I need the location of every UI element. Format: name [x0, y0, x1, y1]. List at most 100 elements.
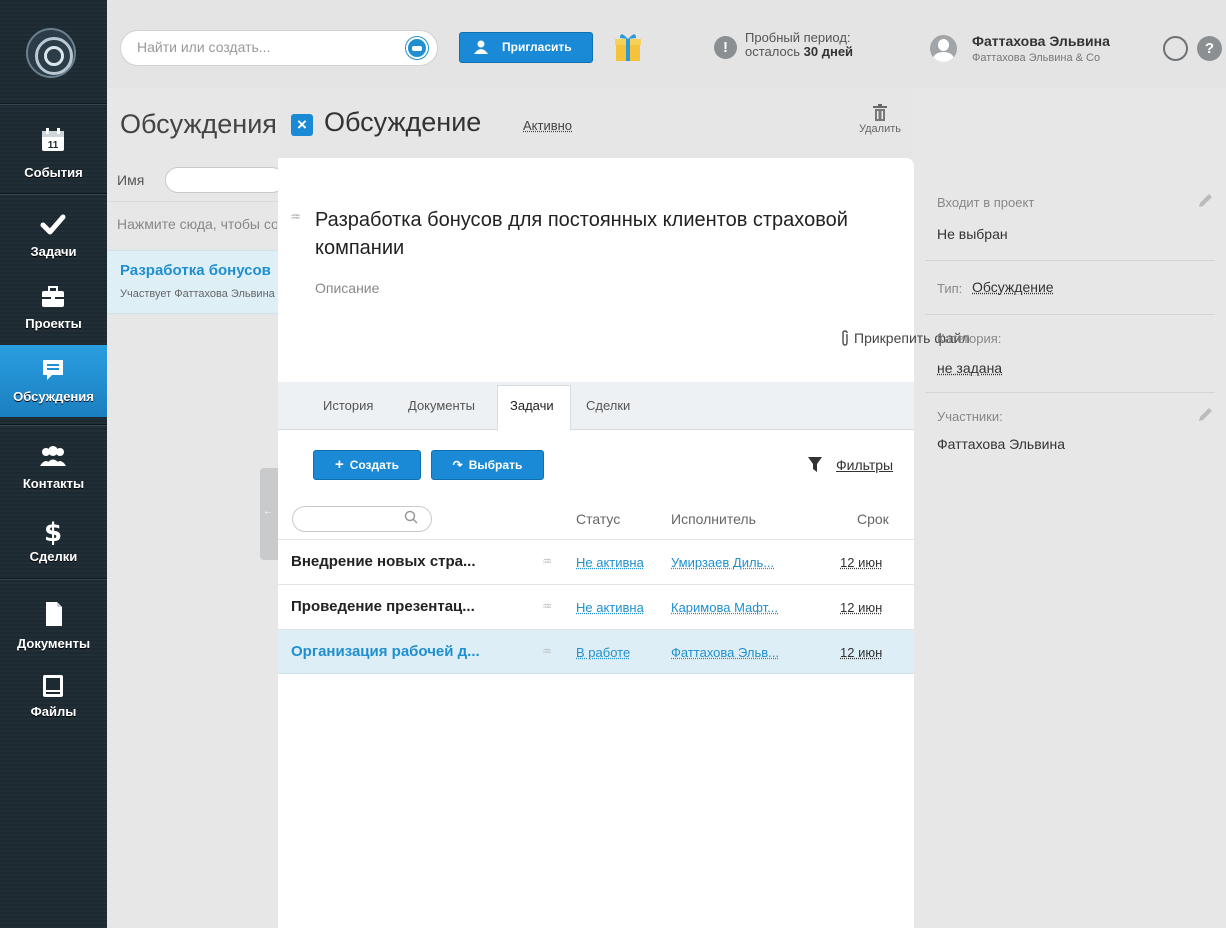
user-add-icon: [474, 40, 488, 54]
plus-icon: +: [334, 456, 344, 473]
select-task-button[interactable]: ↷ Выбрать: [431, 450, 544, 480]
sidebar-item-label: Контакты: [22, 476, 85, 491]
sidebar-divider: [0, 424, 107, 426]
sidebar-item-label: Документы: [16, 636, 91, 651]
checkmark-icon: [40, 214, 66, 235]
sidebar-item-events[interactable]: 11 События: [0, 115, 107, 187]
task-status[interactable]: В работе: [576, 645, 630, 660]
task-name[interactable]: Проведение презентац...: [291, 598, 519, 615]
sidebar-item-projects[interactable]: Проекты: [0, 272, 107, 344]
sidebar-item-discussions[interactable]: Обсуждения: [0, 345, 107, 417]
task-due[interactable]: 12 июн: [840, 555, 882, 570]
column-header-owner[interactable]: Исполнитель: [671, 511, 756, 527]
sidebar-item-files[interactable]: Файлы: [0, 660, 107, 732]
flame-icon[interactable]: ♒: [290, 210, 301, 224]
close-panel-button[interactable]: ×: [291, 114, 313, 136]
sidebar-item-label: События: [24, 165, 83, 180]
sidebar-item-contacts[interactable]: Контакты: [0, 432, 107, 504]
task-status[interactable]: Не активна: [576, 555, 644, 570]
task-due[interactable]: 12 июн: [840, 600, 882, 615]
task-owner[interactable]: Каримова Мафт...: [671, 600, 803, 615]
collapse-panel-handle[interactable]: ←: [260, 468, 278, 560]
sidebar-divider: [0, 103, 107, 105]
create-task-button[interactable]: + Создать: [313, 450, 421, 480]
filter-icon[interactable]: [808, 457, 822, 473]
help-icon[interactable]: ?: [1197, 36, 1222, 61]
panel-title: Обсуждение: [324, 107, 482, 137]
sidebar-divider: [0, 578, 107, 580]
flame-icon[interactable]: ♒: [542, 555, 552, 568]
sidebar-item-label: Проекты: [25, 316, 82, 331]
status-toggle[interactable]: Активно: [523, 118, 572, 133]
sidebar-item-label: Файлы: [30, 704, 77, 719]
chat-bubble-icon: [43, 360, 63, 380]
column-header-due[interactable]: Срок: [857, 511, 889, 527]
sidebar-item-tasks[interactable]: Задачи: [0, 200, 107, 272]
tab-deals[interactable]: Сделки: [586, 398, 630, 413]
sidebar-item-documents[interactable]: Документы: [0, 588, 107, 660]
document-icon: [46, 602, 62, 626]
info-column: [914, 158, 1226, 928]
list-item[interactable]: [107, 250, 282, 314]
type-value[interactable]: Обсуждение: [972, 279, 1054, 295]
task-name[interactable]: Организация рабочей д...: [291, 643, 519, 660]
user-company: Фаттахова Эльвина & Co: [972, 52, 1101, 64]
trial-line1: Пробный период:: [745, 30, 851, 45]
calendar-day: 11: [48, 140, 59, 151]
status-circle-icon[interactable]: [1163, 36, 1188, 61]
trial-line2-prefix: осталось: [745, 44, 801, 59]
task-status[interactable]: Не активна: [576, 600, 644, 615]
trial-status[interactable]: Пробный период: осталось 30 дней: [745, 31, 853, 59]
arrow-left-icon: ←: [263, 506, 273, 517]
name-filter-input[interactable]: [165, 167, 285, 193]
task-due[interactable]: 12 июн: [840, 645, 882, 660]
tab-history[interactable]: История: [323, 398, 373, 413]
description-field[interactable]: Описание: [315, 280, 379, 296]
people-icon: [40, 446, 66, 466]
trash-icon: [873, 104, 887, 121]
discussion-title[interactable]: Разработка бонусов для постоянных клиент…: [315, 206, 875, 262]
project-value: Не выбран: [937, 226, 1008, 242]
filters-link[interactable]: Фильтры: [836, 457, 893, 473]
avatar[interactable]: [930, 35, 957, 62]
search-input[interactable]: [137, 39, 407, 55]
tab-tasks[interactable]: Задачи: [510, 398, 554, 413]
table-row[interactable]: Внедрение новых стра... ♒ Не активна Уми…: [278, 539, 914, 584]
gift-icon[interactable]: [614, 32, 642, 62]
participants-value: Фаттахова Эльвина: [937, 436, 1065, 452]
logo-icon[interactable]: [26, 28, 76, 78]
quick-create-icon[interactable]: [406, 37, 428, 59]
sidebar-item-label: Задачи: [30, 244, 77, 259]
invite-label: Пригласить: [502, 40, 572, 54]
global-search[interactable]: [120, 30, 438, 66]
create-hint[interactable]: Нажмите сюда, чтобы создать: [117, 216, 277, 232]
table-row[interactable]: Организация рабочей д... ♒ В работе Фатт…: [278, 629, 914, 674]
dollar-icon: $: [44, 518, 62, 545]
task-owner[interactable]: Умирзаев Диль...: [671, 555, 803, 570]
flame-icon[interactable]: ♒: [542, 645, 552, 658]
edit-pencil-icon[interactable]: [1196, 406, 1214, 424]
trial-days: 30 дней: [803, 44, 854, 59]
create-label: Создать: [349, 458, 400, 472]
invite-button[interactable]: Пригласить: [459, 32, 593, 63]
sidebar-divider: [0, 193, 107, 195]
column-header-status[interactable]: Статус: [576, 511, 620, 527]
task-name[interactable]: Внедрение новых стра...: [291, 553, 519, 570]
category-value[interactable]: не задана: [937, 360, 1002, 376]
user-name[interactable]: Фаттахова Эльвина: [972, 33, 1110, 49]
paperclip-icon: [842, 330, 848, 346]
calendar-icon: 11: [42, 128, 64, 151]
flame-icon[interactable]: ♒: [542, 600, 552, 613]
edit-pencil-icon[interactable]: [1196, 192, 1214, 210]
sidebar-item-deals[interactable]: $ Сделки: [0, 505, 107, 577]
page-title: Обсуждения: [120, 109, 277, 139]
participants-label: Участники:: [937, 409, 1003, 424]
project-label: Входит в проект: [937, 195, 1035, 210]
select-label: Выбрать: [468, 458, 523, 472]
briefcase-icon: [42, 286, 64, 307]
list-item-title[interactable]: Разработка бонусов: [120, 262, 280, 279]
table-row[interactable]: Проведение презентац... ♒ Не активна Кар…: [278, 584, 914, 629]
task-owner[interactable]: Фаттахова Эльв...: [671, 645, 803, 660]
tab-documents[interactable]: Документы: [408, 398, 475, 413]
delete-button[interactable]: Удалить: [852, 104, 908, 144]
